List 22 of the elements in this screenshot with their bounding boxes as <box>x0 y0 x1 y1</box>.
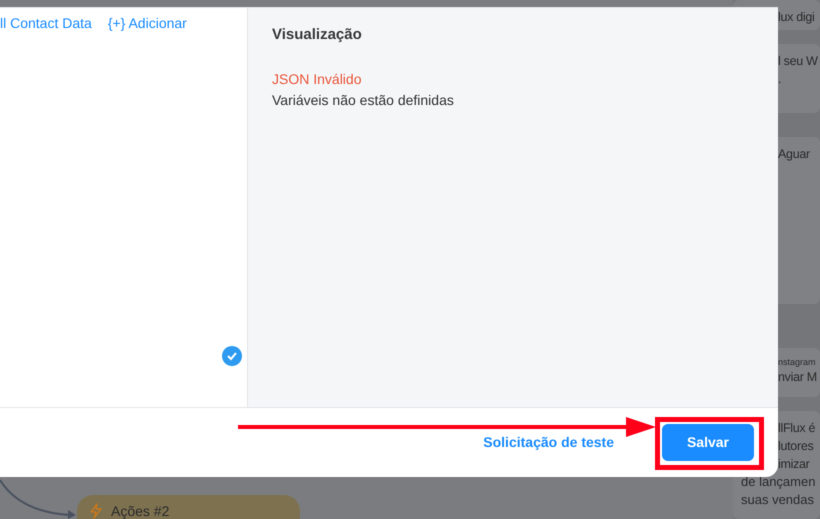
card-text: Aguar <box>778 146 811 162</box>
save-button[interactable]: Salvar <box>662 424 754 461</box>
test-request-link[interactable]: Solicitação de teste <box>483 432 614 453</box>
card-text: llFlux é <box>778 420 816 437</box>
card-text: lutores <box>778 438 814 455</box>
error-text: JSON Inválido <box>272 70 362 88</box>
message-text: Variáveis não estão definidas <box>272 90 455 110</box>
node-label: Ações #2 <box>111 503 170 519</box>
card-text: lux digi <box>778 9 816 26</box>
preview-title: Visualização <box>272 25 363 45</box>
card-text: . <box>778 70 782 88</box>
variable-link[interactable]: ll Contact Data <box>0 13 92 34</box>
card-text: nviar M <box>778 368 818 386</box>
card-caption: nstagram <box>778 356 817 368</box>
card-text: imizar <box>778 456 811 473</box>
flow-node[interactable]: Ações #2 <box>77 495 300 519</box>
card-text: l seu W <box>778 52 819 70</box>
card-text: suas vendas <box>741 490 815 509</box>
variable-link[interactable]: {+} Adicionar <box>108 13 187 34</box>
lightning-icon <box>89 503 103 519</box>
card-text: de lançamen <box>741 472 816 491</box>
checkmark-icon <box>222 346 242 366</box>
